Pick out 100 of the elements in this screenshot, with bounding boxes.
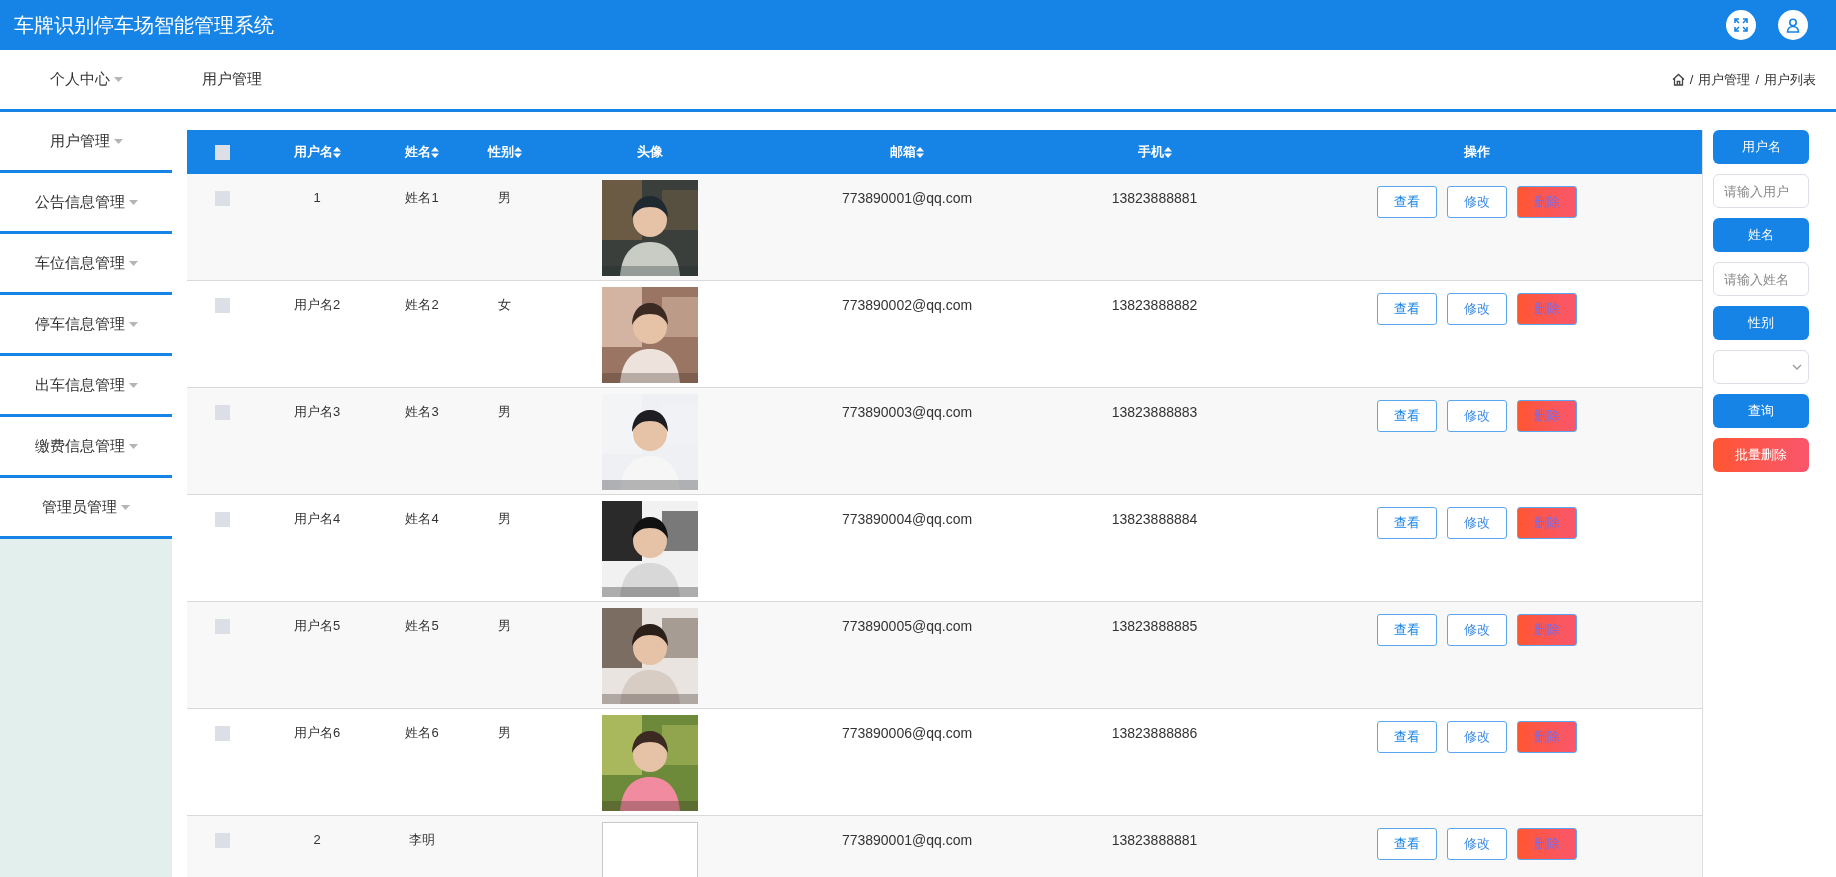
- table-cell-text: 13823888883: [1111, 403, 1198, 422]
- sidebar-item[interactable]: 个人中心: [0, 50, 172, 109]
- select-field[interactable]: [1713, 350, 1809, 384]
- column-header: 头像: [636, 143, 663, 162]
- table-cell-text: 1: [313, 189, 321, 207]
- caret-icon: [128, 260, 138, 266]
- table-cell-text: 姓名1: [405, 189, 439, 207]
- home-icon[interactable]: [1671, 73, 1685, 86]
- table-cell-text: 男: [498, 617, 511, 635]
- table-cell-text: 13823888886: [1111, 724, 1198, 743]
- checkbox[interactable]: [214, 833, 230, 848]
- table-cell-text: 姓名2: [405, 296, 439, 314]
- table-cell-text: 用户名2: [293, 296, 341, 314]
- breadcrumb-item: 用户列表: [1764, 70, 1816, 89]
- view-button[interactable]: 查看: [1377, 614, 1437, 646]
- table-cell-text: 773890001@qq.com: [841, 831, 973, 850]
- table-cell-text: 13823888884: [1111, 510, 1198, 529]
- table-cell-text: 13823888881: [1111, 189, 1198, 208]
- sidebar-item[interactable]: 车位信息管理: [0, 234, 172, 295]
- table-cell-text: 李明: [409, 831, 435, 849]
- table-cell-text: 13823888881: [1111, 831, 1198, 850]
- checkbox[interactable]: [214, 191, 230, 206]
- column-header: 操作: [1464, 143, 1490, 162]
- caret-icon: [121, 504, 130, 510]
- input-field[interactable]: 请输入姓名: [1713, 262, 1809, 296]
- table-cell-text: 用户名5: [293, 617, 341, 635]
- table-cell-text: 773890004@qq.com: [841, 510, 973, 529]
- input-field[interactable]: 请输入用户: [1713, 174, 1809, 208]
- edit-button[interactable]: 修改: [1447, 186, 1507, 218]
- search-button[interactable]: 查询: [1713, 394, 1809, 428]
- sort-icon[interactable]: [513, 146, 522, 158]
- table-cell-text: 姓名4: [405, 510, 439, 528]
- caret-icon: [113, 138, 123, 144]
- column-header[interactable]: 手机: [1137, 142, 1172, 162]
- view-button[interactable]: 查看: [1377, 400, 1437, 432]
- edit-button[interactable]: 修改: [1447, 400, 1507, 432]
- table-cell-text: 773890003@qq.com: [841, 403, 973, 422]
- table-cell-text: 用户名3: [293, 403, 341, 421]
- view-button[interactable]: 查看: [1377, 721, 1437, 753]
- sidebar-item[interactable]: 停车信息管理: [0, 295, 172, 356]
- table-cell-text: 女: [498, 296, 511, 314]
- checkbox[interactable]: [214, 726, 230, 741]
- sidebar-item[interactable]: 用户管理: [0, 112, 172, 173]
- fullscreen-icon[interactable]: [1726, 10, 1756, 40]
- user-icon[interactable]: [1778, 10, 1808, 40]
- view-button[interactable]: 查看: [1377, 828, 1437, 860]
- edit-button[interactable]: 修改: [1447, 721, 1507, 753]
- edit-button[interactable]: 修改: [1447, 507, 1507, 539]
- table-cell-text: 773890001@qq.com: [841, 189, 973, 208]
- checkbox[interactable]: [214, 144, 230, 160]
- sort-icon[interactable]: [332, 146, 341, 158]
- edit-button[interactable]: 修改: [1447, 828, 1507, 860]
- table-cell-text: 773890005@qq.com: [841, 617, 973, 636]
- checkbox[interactable]: [214, 619, 230, 634]
- checkbox[interactable]: [214, 512, 230, 527]
- batch-delete-button[interactable]: 批量删除: [1713, 438, 1809, 472]
- table-cell-text: 男: [498, 189, 511, 207]
- table-cell-text: 男: [498, 510, 511, 528]
- table-cell-text: 用户名4: [293, 510, 341, 528]
- sidebar-item[interactable]: 出车信息管理: [0, 356, 172, 417]
- table-cell-text: 773890002@qq.com: [841, 296, 973, 315]
- sidebar-item[interactable]: 缴费信息管理: [0, 417, 172, 478]
- column-header[interactable]: 用户名: [293, 142, 341, 162]
- table-cell-text: 姓名3: [405, 403, 439, 421]
- table-cell-text: 773890006@qq.com: [841, 724, 973, 743]
- table-cell-text: 2: [313, 831, 321, 849]
- column-header[interactable]: 姓名: [405, 142, 439, 162]
- table-cell-text: 男: [498, 724, 511, 742]
- caret-icon: [128, 199, 138, 205]
- table-cell-text: 姓名5: [405, 617, 439, 635]
- edit-button[interactable]: 修改: [1447, 614, 1507, 646]
- sort-icon[interactable]: [916, 146, 924, 158]
- sort-icon[interactable]: [431, 146, 439, 158]
- caret-icon: [128, 382, 138, 388]
- edit-button[interactable]: 修改: [1447, 293, 1507, 325]
- view-button[interactable]: 查看: [1377, 507, 1437, 539]
- column-header[interactable]: 邮箱: [890, 142, 924, 162]
- caret-icon: [128, 443, 138, 449]
- filter-label-button[interactable]: 性别: [1713, 306, 1809, 340]
- view-button[interactable]: 查看: [1377, 186, 1437, 218]
- table-cell-text: 姓名6: [405, 724, 439, 742]
- table-cell-text: 13823888882: [1111, 296, 1198, 315]
- app-title: 车牌识别停车场智能管理系统: [14, 13, 274, 38]
- sort-icon[interactable]: [1163, 146, 1172, 158]
- breadcrumb-separator: /: [1755, 70, 1759, 89]
- chevron-down-icon[interactable]: [1792, 364, 1802, 370]
- column-header[interactable]: 性别: [487, 142, 522, 162]
- table-cell-text: 男: [498, 403, 511, 421]
- checkbox[interactable]: [214, 405, 230, 420]
- filter-label-button[interactable]: 姓名: [1713, 218, 1809, 252]
- breadcrumb-separator: /: [1689, 70, 1694, 89]
- page-title: 用户管理: [202, 69, 262, 90]
- breadcrumb-item[interactable]: 用户管理: [1698, 69, 1751, 90]
- sidebar-item[interactable]: 公告信息管理: [0, 173, 172, 234]
- caret-icon: [113, 77, 123, 82]
- table-cell-text: 用户名6: [293, 724, 341, 742]
- view-button[interactable]: 查看: [1377, 293, 1437, 325]
- sidebar-item[interactable]: 管理员管理: [0, 478, 172, 539]
- checkbox[interactable]: [214, 298, 230, 313]
- filter-label-button[interactable]: 用户名: [1713, 130, 1809, 164]
